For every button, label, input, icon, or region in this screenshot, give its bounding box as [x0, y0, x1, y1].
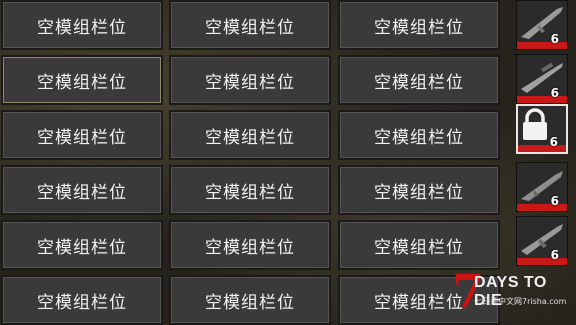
item-count: 6: [550, 248, 559, 262]
empty-mod-slot[interactable]: 空模组栏位: [338, 0, 500, 50]
item-count: 6: [549, 135, 558, 149]
empty-mod-slot[interactable]: 空模组栏位: [169, 220, 331, 270]
weapon-mod-item[interactable]: 6: [516, 162, 568, 212]
empty-mod-slot[interactable]: 空模组栏位: [1, 165, 163, 215]
empty-mod-slot[interactable]: 空模组栏位: [169, 110, 331, 160]
empty-mod-slot[interactable]: 空模组栏位: [1, 110, 163, 160]
weapon-mod-item[interactable]: 6: [516, 0, 568, 50]
empty-mod-slot[interactable]: 空模组栏位: [169, 275, 331, 325]
weapon-mod-item[interactable]: 6: [516, 216, 568, 266]
condition-bar: [517, 258, 567, 265]
mod-slot-grid: 空模组栏位 空模组栏位 空模组栏位 空模组栏位 空模组栏位 空模组栏位 空模组栏…: [0, 0, 507, 325]
logo-subtitle: 七日杀中文网7risha.com: [474, 297, 567, 306]
condition-bar: [517, 96, 567, 103]
item-count: 6: [550, 86, 559, 100]
condition-bar: [517, 42, 567, 49]
empty-mod-slot[interactable]: 空模组栏位: [338, 55, 500, 105]
game-logo: 7 DAYS TO DIE 七日杀中文网7risha.com: [452, 264, 576, 324]
lock-icon: [523, 108, 547, 140]
empty-mod-slot[interactable]: 空模组栏位: [169, 165, 331, 215]
empty-mod-slot[interactable]: 空模组栏位: [169, 0, 331, 50]
condition-bar: [517, 204, 567, 211]
empty-mod-slot[interactable]: 空模组栏位: [1, 55, 163, 105]
condition-bar: [518, 145, 566, 152]
weapon-mod-item-locked[interactable]: 6: [516, 104, 568, 154]
empty-mod-slot[interactable]: 空模组栏位: [338, 110, 500, 160]
empty-mod-slot[interactable]: 空模组栏位: [1, 0, 163, 50]
weapon-mod-item[interactable]: 6: [516, 54, 568, 104]
empty-mod-slot[interactable]: 空模组栏位: [169, 55, 331, 105]
empty-mod-slot[interactable]: 空模组栏位: [338, 165, 500, 215]
item-count: 6: [550, 32, 559, 46]
empty-mod-slot[interactable]: 空模组栏位: [338, 220, 500, 270]
empty-mod-slot[interactable]: 空模组栏位: [1, 275, 163, 325]
item-count: 6: [550, 194, 559, 208]
empty-mod-slot[interactable]: 空模组栏位: [1, 220, 163, 270]
